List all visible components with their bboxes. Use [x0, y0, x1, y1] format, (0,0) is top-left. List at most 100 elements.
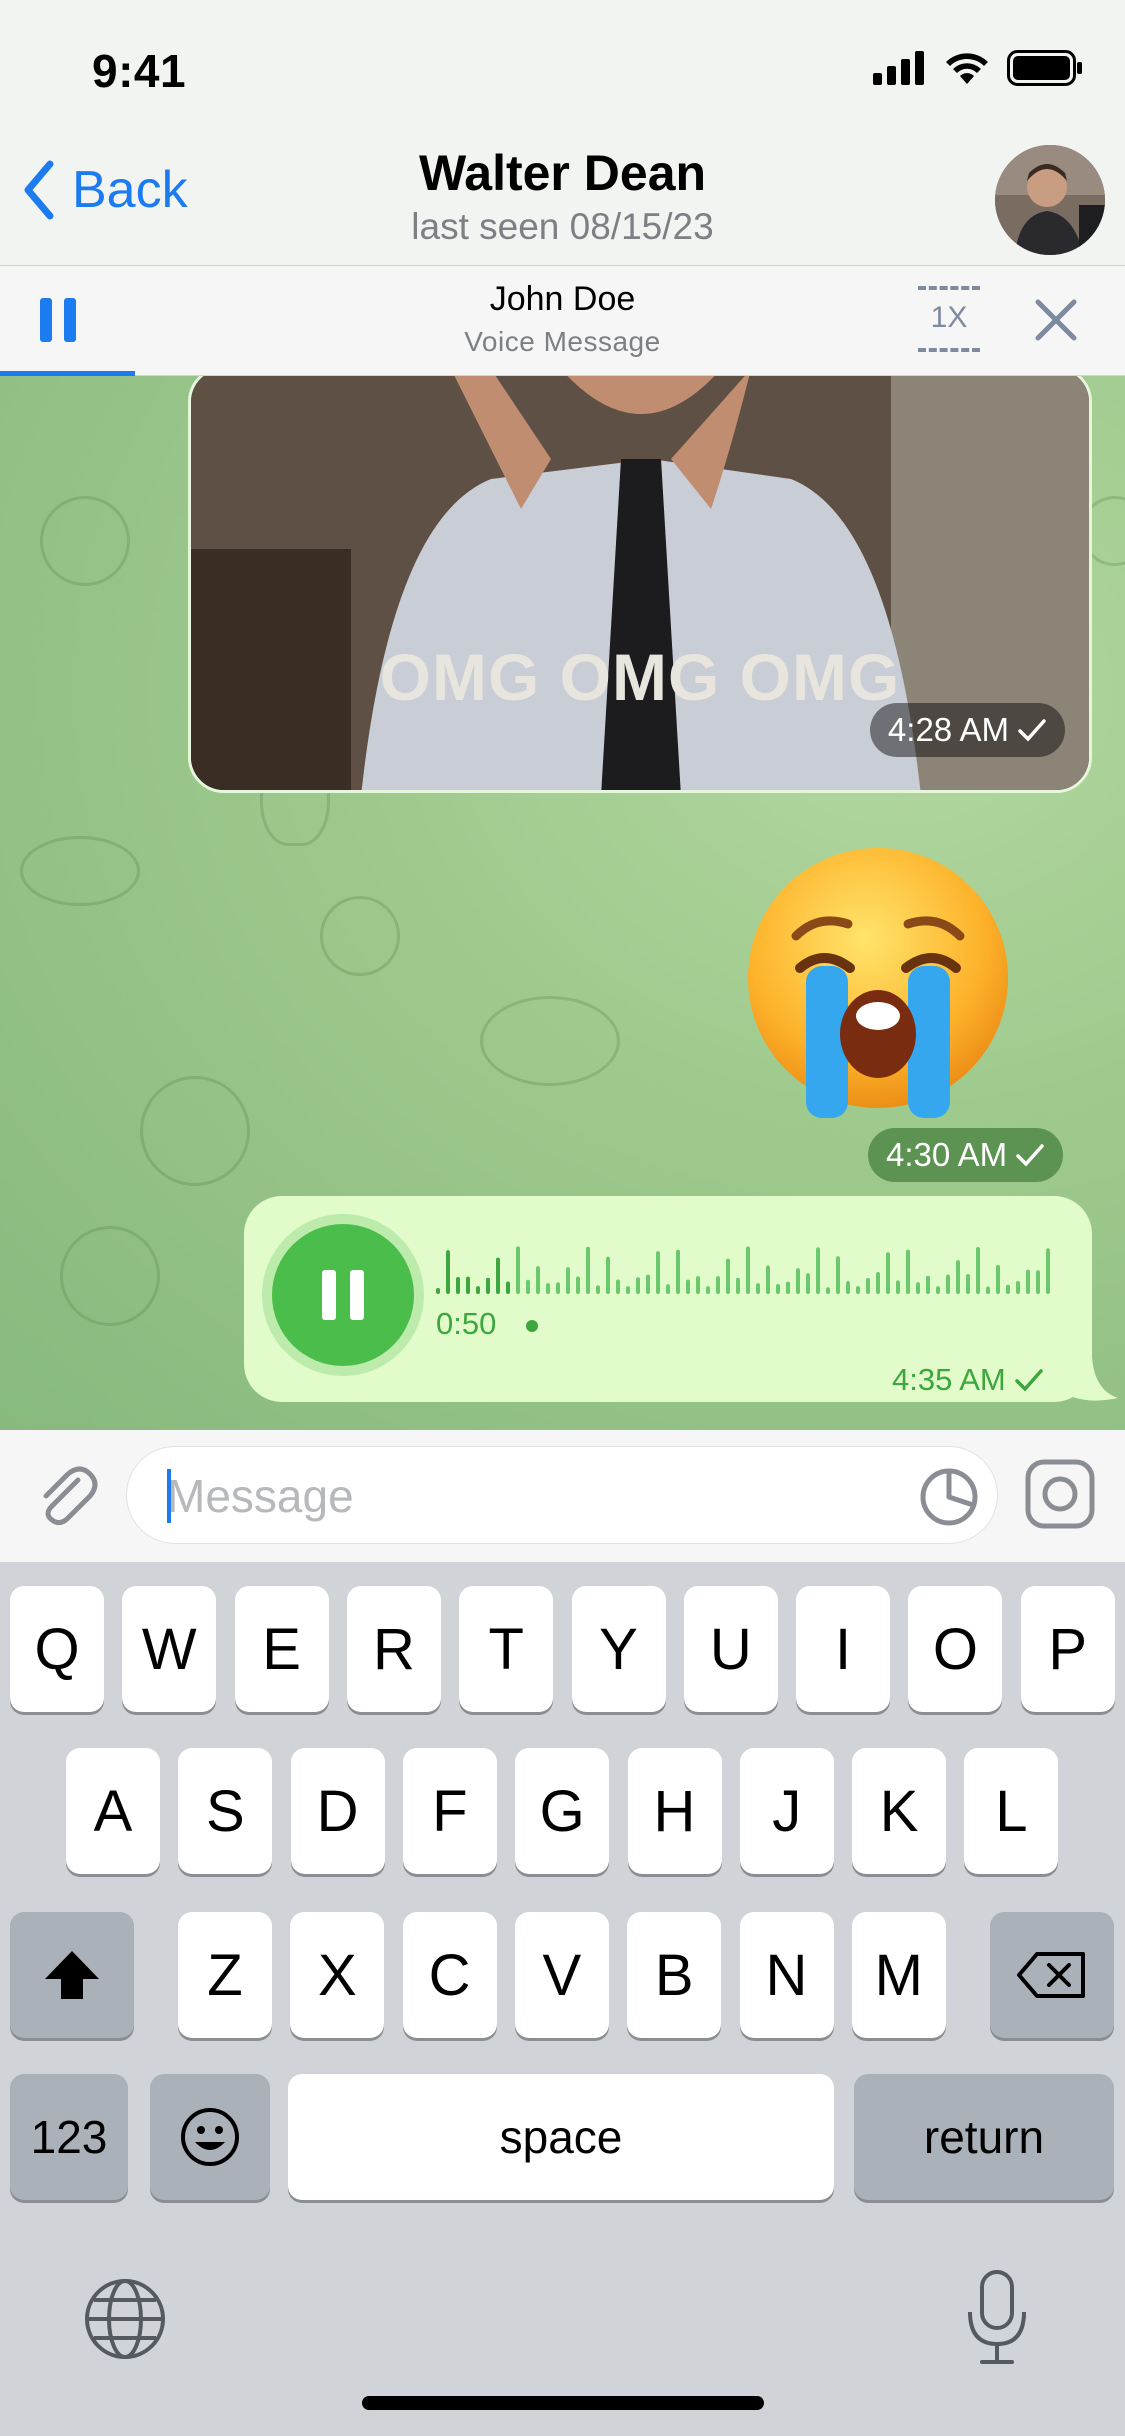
key-s[interactable]: S	[178, 1748, 273, 1874]
key-k[interactable]: K	[852, 1748, 947, 1874]
waveform-bar	[846, 1281, 850, 1294]
crying-face-sticker[interactable]	[738, 838, 1018, 1118]
waveform-bar	[1026, 1269, 1030, 1294]
key-f[interactable]: F	[402, 1748, 497, 1874]
playback-speed-button[interactable]: 1X	[918, 286, 980, 352]
waveform-bar	[876, 1272, 880, 1294]
close-player-icon[interactable]	[1030, 294, 1082, 346]
audio-player-bar[interactable]: John Doe Voice Message 1X	[0, 266, 1125, 376]
voice-duration: 0:50	[436, 1306, 497, 1341]
key-h[interactable]: H	[627, 1748, 722, 1874]
key-u[interactable]: U	[683, 1586, 778, 1712]
space-key[interactable]: space	[288, 2074, 834, 2200]
waveform-bar	[696, 1276, 700, 1294]
waveform-bar	[626, 1286, 630, 1294]
waveform-bar	[836, 1256, 840, 1294]
waveform-bar	[926, 1275, 930, 1294]
waveform-bar	[766, 1265, 770, 1294]
key-o[interactable]: O	[908, 1586, 1003, 1712]
key-z[interactable]: Z	[178, 1912, 272, 2038]
delete-key[interactable]	[990, 1912, 1114, 2038]
waveform-bar	[806, 1273, 810, 1294]
key-c[interactable]: C	[402, 1912, 497, 2038]
key-g[interactable]: G	[515, 1748, 610, 1874]
waveform-bar	[716, 1276, 720, 1294]
key-b[interactable]: B	[627, 1912, 722, 2038]
key-q[interactable]: Q	[10, 1586, 104, 1712]
waveform-bar	[756, 1283, 760, 1294]
key-m[interactable]: M	[851, 1912, 946, 2038]
avatar-photo	[995, 145, 1105, 255]
key-a[interactable]: A	[66, 1748, 160, 1874]
waveform-bar	[636, 1277, 640, 1294]
waveform-bar	[726, 1258, 730, 1294]
key-e[interactable]: E	[234, 1586, 329, 1712]
sticker-timestamp: 4:30 AM	[868, 1128, 1064, 1182]
voice-timestamp: 4:35 AM	[892, 1362, 1044, 1398]
waveform-bar	[946, 1274, 950, 1294]
chat-title[interactable]: Walter Dean	[0, 144, 1125, 202]
battery-icon	[1007, 50, 1082, 86]
avatar[interactable]	[995, 145, 1105, 255]
key-w[interactable]: W	[122, 1586, 217, 1712]
emoji-key[interactable]	[150, 2074, 270, 2200]
key-n[interactable]: N	[739, 1912, 834, 2038]
waveform-bar	[1016, 1280, 1020, 1294]
unplayed-dot	[526, 1320, 538, 1332]
waveform-bar	[736, 1277, 740, 1294]
waveform-bar	[446, 1250, 450, 1294]
waveform-bar	[566, 1267, 570, 1294]
waveform-bar	[916, 1282, 920, 1294]
waveform-bar	[776, 1283, 780, 1294]
message-field[interactable]	[126, 1446, 998, 1544]
waveform-bar	[526, 1279, 530, 1294]
waveform-bar	[466, 1276, 470, 1294]
waveform-bar	[956, 1260, 960, 1294]
waveform-bar	[576, 1276, 580, 1294]
key-r[interactable]: R	[346, 1586, 441, 1712]
microphone-icon[interactable]	[962, 2268, 1032, 2368]
key-i[interactable]: I	[796, 1586, 891, 1712]
waveform-bar	[826, 1287, 830, 1294]
key-y[interactable]: Y	[571, 1586, 666, 1712]
numbers-key[interactable]: 123	[10, 2074, 128, 2200]
shift-key[interactable]	[10, 1912, 134, 2038]
waveform-bar	[586, 1246, 590, 1294]
chat-background: OMG OMG OMG 4:28 AM 4:30 AM 0:50 4:35 AM	[0, 376, 1125, 1430]
gif-message[interactable]: OMG OMG OMG 4:28 AM	[188, 376, 1092, 793]
key-v[interactable]: V	[514, 1912, 609, 2038]
paperclip-icon[interactable]	[30, 1460, 100, 1530]
waveform-bar	[976, 1246, 980, 1294]
status-icons	[873, 50, 1083, 86]
sticker-icon[interactable]	[917, 1465, 981, 1529]
globe-icon[interactable]	[82, 2276, 168, 2362]
camera-icon[interactable]	[1024, 1458, 1096, 1530]
return-key[interactable]: return	[854, 2074, 1114, 2200]
voice-waveform[interactable]	[436, 1242, 1056, 1298]
last-seen-status: last seen 08/15/23	[411, 206, 714, 247]
key-x[interactable]: X	[290, 1912, 385, 2038]
key-p[interactable]: P	[1020, 1586, 1115, 1712]
read-check-icon	[1018, 719, 1046, 742]
waveform-bar	[486, 1277, 490, 1294]
waveform-bar	[556, 1282, 560, 1294]
timestamp-text: 4:35 AM	[892, 1362, 1006, 1397]
waveform-bar	[666, 1284, 670, 1294]
waveform-bar	[686, 1279, 690, 1294]
waveform-bar	[436, 1288, 440, 1294]
key-l[interactable]: L	[964, 1748, 1059, 1874]
message-timestamp: 4:28 AM	[869, 703, 1065, 757]
waveform-bar	[506, 1281, 510, 1294]
message-input[interactable]	[167, 1461, 867, 1531]
waveform-bar	[616, 1279, 620, 1294]
key-d[interactable]: D	[290, 1748, 385, 1874]
voice-pause-button[interactable]	[272, 1224, 414, 1366]
waveform-bar	[496, 1257, 500, 1294]
waveform-bar	[546, 1283, 550, 1294]
waveform-bar	[596, 1285, 600, 1294]
key-t[interactable]: T	[459, 1586, 554, 1712]
key-j[interactable]: J	[739, 1748, 834, 1874]
emoji-face-icon	[181, 2108, 239, 2166]
waveform-bar	[856, 1286, 860, 1294]
waveform-bar	[1036, 1270, 1040, 1294]
